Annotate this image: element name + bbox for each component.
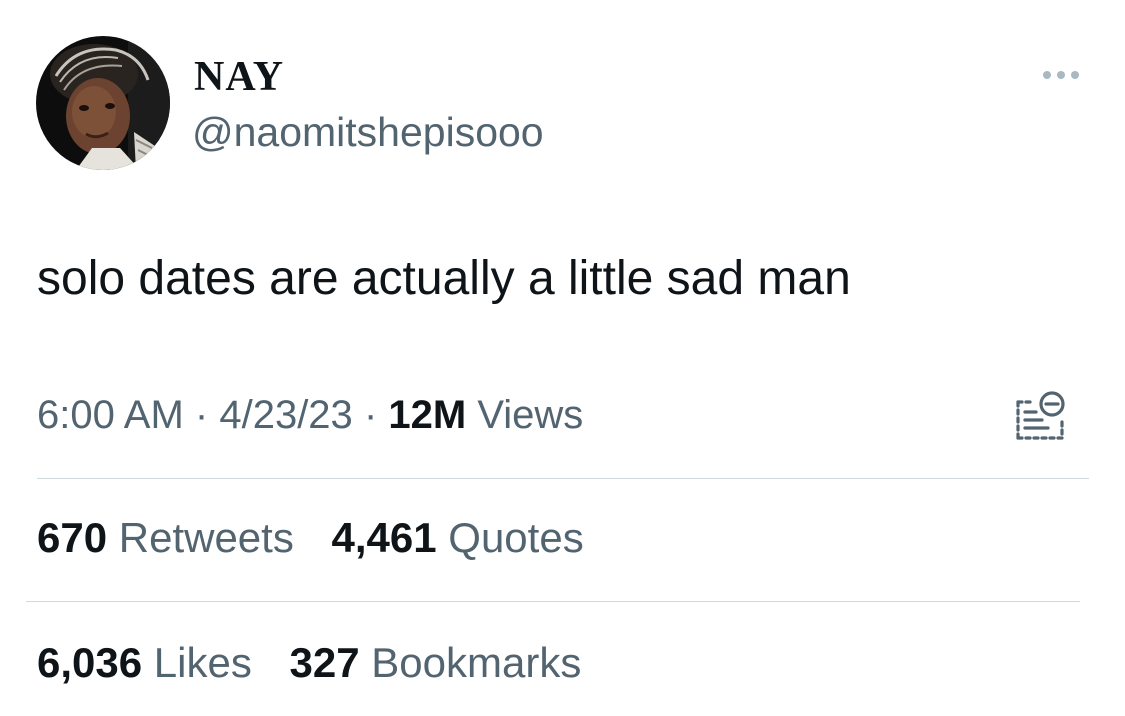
likes-count: 6,036	[37, 639, 143, 686]
quotes-count: 4,461	[331, 514, 437, 561]
quotes-label: Quotes	[448, 514, 584, 561]
meta-separator: ·	[194, 393, 209, 437]
analytics-remove-icon[interactable]	[1012, 388, 1068, 444]
divider	[37, 478, 1089, 479]
retweets-count: 670	[37, 514, 108, 561]
bookmarks-label: Bookmarks	[371, 639, 582, 686]
tweet-meta: 6:00 AM · 4/23/23 · 12M Views	[37, 389, 583, 441]
retweets-label: Retweets	[118, 514, 294, 561]
user-handle[interactable]: @naomitshepisooo	[192, 108, 544, 156]
bookmarks-count: 327	[289, 639, 360, 686]
views-count: 12M	[388, 393, 467, 437]
avatar-photo	[36, 36, 170, 170]
meta-separator: ·	[363, 393, 378, 437]
more-horizontal-icon[interactable]	[1036, 64, 1086, 86]
quotes-stat[interactable]: 4,461 Quotes	[332, 512, 584, 564]
avatar[interactable]	[36, 36, 170, 170]
bookmarks-stat[interactable]: 327 Bookmarks	[290, 637, 582, 689]
views-label: Views	[477, 393, 584, 437]
tweet-date[interactable]: 4/23/23	[219, 393, 352, 437]
engagement-row: 670 Retweets 4,461 Quotes	[37, 512, 610, 564]
display-name[interactable]: NAY	[194, 52, 284, 102]
tweet-text: solo dates are actually a little sad man	[37, 252, 851, 305]
retweets-stat[interactable]: 670 Retweets	[37, 512, 294, 564]
likes-stat[interactable]: 6,036 Likes	[37, 637, 252, 689]
tweet-time[interactable]: 6:00 AM	[37, 393, 184, 437]
divider	[26, 601, 1080, 602]
engagement-row: 6,036 Likes 327 Bookmarks	[37, 637, 607, 689]
likes-label: Likes	[153, 639, 252, 686]
